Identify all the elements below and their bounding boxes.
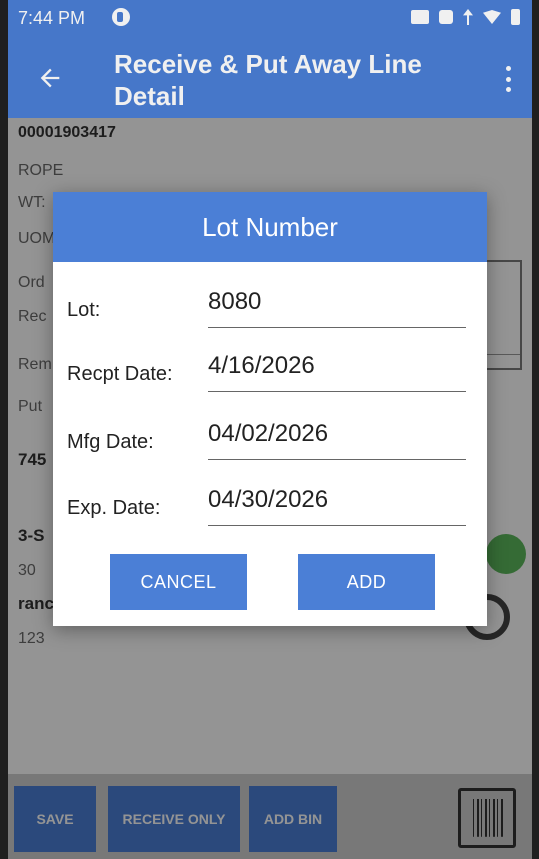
exp-date-input[interactable]	[208, 482, 466, 526]
dialog-title: Lot Number	[53, 192, 487, 262]
lot-number-dialog: Lot Number Lot: Recpt Date: Mfg Date: Ex…	[53, 192, 487, 626]
receipt-date-label: Recpt Date:	[67, 363, 173, 385]
receipt-date-row: Recpt Date:	[53, 342, 487, 392]
receipt-date-input[interactable]	[208, 348, 466, 392]
exp-date-row: Exp. Date:	[53, 476, 487, 526]
exp-date-label: Exp. Date:	[67, 497, 161, 519]
phone-screen: 7:44 PM Receive & Put Away Line Detail 0…	[8, 0, 532, 859]
cancel-button[interactable]: CANCEL	[110, 554, 247, 610]
lot-label: Lot:	[67, 299, 101, 321]
lot-input[interactable]	[208, 284, 466, 328]
mfg-date-label: Mfg Date:	[67, 431, 154, 453]
lot-row: Lot:	[53, 278, 487, 328]
mfg-date-row: Mfg Date:	[53, 410, 487, 460]
mfg-date-input[interactable]	[208, 416, 466, 460]
add-button[interactable]: ADD	[298, 554, 435, 610]
status-scrim	[8, 0, 532, 118]
